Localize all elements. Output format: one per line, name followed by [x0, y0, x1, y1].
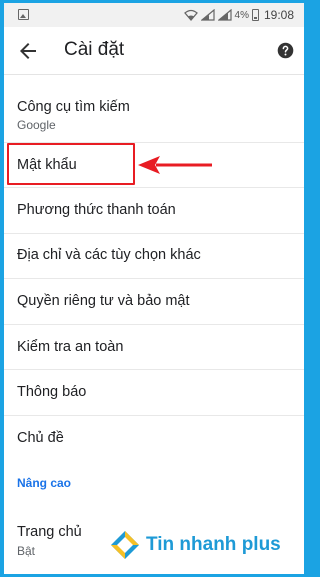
setting-safety-check[interactable]: Kiểm tra an toàn	[4, 325, 304, 370]
setting-title: Quyền riêng tư và bảo mật	[17, 293, 190, 309]
setting-title: Kiểm tra an toàn	[17, 339, 124, 355]
battery-icon	[251, 9, 259, 21]
setting-title: Chủ đề	[17, 430, 64, 446]
tin-nhanh-plus-logo-icon	[111, 531, 139, 559]
clock: 19:08	[263, 8, 294, 22]
status-indicators: 4% 19:08	[183, 7, 294, 23]
section-header-advanced: Nâng cao	[4, 462, 304, 504]
setting-title: Thông báo	[17, 384, 87, 400]
setting-title: Phương thức thanh toán	[17, 202, 176, 218]
help-icon[interactable]	[277, 42, 294, 59]
status-bar: 4% 19:08	[4, 3, 304, 27]
setting-theme[interactable]: Chủ đề	[4, 416, 304, 462]
screen-frame: 4% 19:08 Cài đặt Công cụ tìm kiếm Google…	[4, 3, 304, 574]
watermark: Tin nhanh plus	[110, 530, 281, 560]
page-title: Cài đặt	[64, 39, 125, 60]
watermark-text: Tin nhanh plus	[146, 534, 281, 555]
setting-addresses[interactable]: Địa chỉ và các tùy chọn khác	[4, 234, 304, 279]
gallery-notification-icon	[18, 9, 29, 20]
setting-search-engine[interactable]: Công cụ tìm kiếm Google	[4, 75, 304, 143]
setting-title: Địa chỉ và các tùy chọn khác	[17, 247, 201, 263]
setting-subtitle: Google	[17, 118, 56, 132]
signal-icon-sim1	[200, 9, 215, 21]
highlight-box	[7, 143, 135, 185]
setting-notifications[interactable]: Thông báo	[4, 370, 304, 416]
app-bar: Cài đặt	[4, 27, 304, 75]
signal-icon-sim2	[217, 9, 232, 21]
arrow-back-icon[interactable]	[16, 39, 40, 63]
setting-subtitle: Bật	[17, 544, 36, 558]
red-arrow-icon	[138, 156, 212, 174]
battery-percent: 4%	[234, 9, 249, 21]
setting-payment-methods[interactable]: Phương thức thanh toán	[4, 188, 304, 234]
wifi-icon	[183, 9, 198, 21]
setting-privacy[interactable]: Quyền riêng tư và bảo mật	[4, 279, 304, 325]
setting-title: Trang chủ	[17, 524, 82, 540]
setting-title: Công cụ tìm kiếm	[17, 99, 130, 115]
section-header-label: Nâng cao	[17, 476, 72, 490]
